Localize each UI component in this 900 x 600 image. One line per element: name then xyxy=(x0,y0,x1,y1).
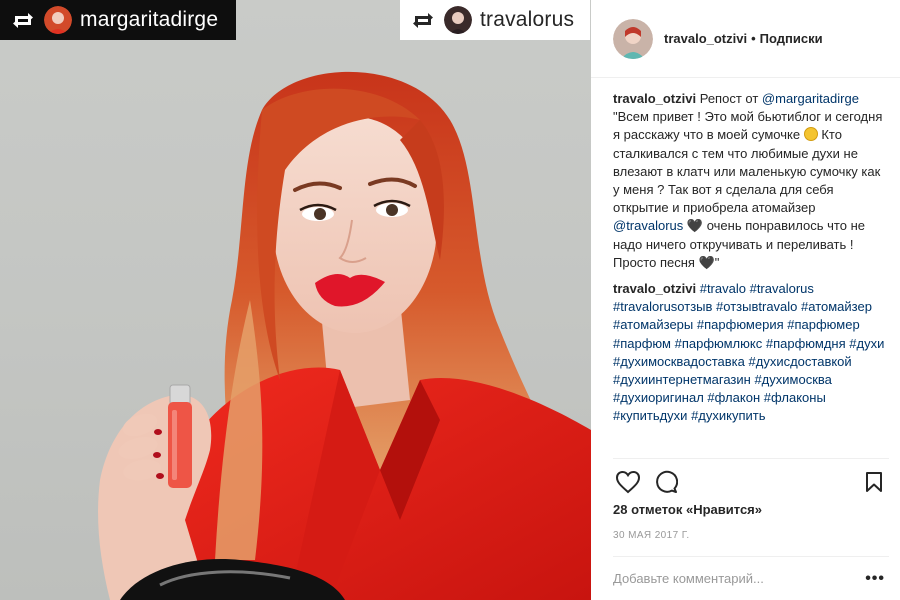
hashtag-link[interactable]: #парфюмер xyxy=(787,317,859,332)
save-button[interactable] xyxy=(859,467,889,497)
more-options-button[interactable]: ••• xyxy=(861,570,889,588)
post-caption: travalo_otzivi Репост от @margaritadirge… xyxy=(613,90,889,457)
hashtag-link[interactable]: #парфюмдня xyxy=(766,336,846,351)
hashtag-link[interactable]: #атомайзер xyxy=(801,299,872,314)
caption-username[interactable]: travalo_otzivi xyxy=(613,91,696,106)
hashtag-link[interactable]: #духиоригинал xyxy=(613,390,704,405)
avatar[interactable] xyxy=(613,18,653,59)
hashtag-link[interactable]: #парфюм xyxy=(613,336,671,351)
heart-outline-icon xyxy=(615,470,641,494)
hashtag-link[interactable]: #духимосквадоставка xyxy=(613,354,745,369)
hashtag-link[interactable]: #атомайзеры xyxy=(613,317,693,332)
repost-tag-travalorus[interactable]: travalorus xyxy=(400,0,590,40)
likes-count[interactable]: 28 отметок «Нравится» xyxy=(613,502,762,517)
post-photo[interactable]: margaritadirge travalorus xyxy=(0,0,591,600)
author-username[interactable]: travalo_otzivi xyxy=(664,31,747,46)
black-heart-emoji: 🖤 xyxy=(698,254,715,270)
repost-username: margaritadirge xyxy=(80,8,219,31)
hashtag-link[interactable]: #флаконы xyxy=(764,390,826,405)
hashtag-link[interactable]: #travalo xyxy=(700,281,746,296)
comment-box: ••• xyxy=(613,556,889,600)
repost-intro: Репост от xyxy=(699,91,759,106)
hashtag-link[interactable]: #travalorusотзыв xyxy=(613,299,712,314)
hashtag-link[interactable]: #духимосква xyxy=(754,372,831,387)
photo-scene xyxy=(98,71,591,600)
hashtag-link[interactable]: #флакон xyxy=(707,390,760,405)
follow-button[interactable]: Подписки xyxy=(760,31,823,46)
hashtag-link[interactable]: #парфюмерия xyxy=(697,317,784,332)
grinning-face-emoji xyxy=(803,127,818,142)
comment-username[interactable]: travalo_otzivi xyxy=(613,281,696,296)
hashtag-link[interactable]: #духикупить xyxy=(691,408,765,423)
caption-text: travalo_otzivi Репост от @margaritadirge… xyxy=(613,90,889,272)
hashtag-link[interactable]: #парфюмлюкс xyxy=(675,336,763,351)
hashtag-comment: travalo_otzivi #travalo #travalorus #tra… xyxy=(613,280,889,426)
comment-input[interactable] xyxy=(613,571,862,586)
avatar xyxy=(44,6,72,34)
post-header: travalo_otzivi • Подписки xyxy=(591,0,900,78)
comment-button[interactable] xyxy=(651,467,681,497)
repost-icon xyxy=(410,9,436,31)
hashtag-link[interactable]: #купитьдухи xyxy=(613,408,687,423)
caption-quote: " xyxy=(714,254,720,270)
hashtag-link[interactable]: #отзывtravalo xyxy=(716,299,797,314)
post-actions xyxy=(613,466,889,498)
bookmark-icon xyxy=(866,472,882,492)
separator: • xyxy=(751,31,756,46)
black-heart-emoji: 🖤 xyxy=(686,218,704,234)
hashtag-link[interactable]: #духиинтернетмагазин xyxy=(613,372,751,387)
hashtag-link[interactable]: #travalorus xyxy=(750,281,814,296)
avatar xyxy=(444,6,472,34)
like-button[interactable] xyxy=(613,467,643,497)
mention-link[interactable]: @travalorus xyxy=(613,218,683,233)
caption-body: "Всем привет ! Это мой бьютиблог и сегод… xyxy=(613,109,883,143)
repost-icon xyxy=(10,9,36,31)
divider xyxy=(613,458,889,459)
hashtag-list: #travalo #travalorus #travalorusотзыв #о… xyxy=(613,281,884,423)
hashtag-link[interactable]: #духи xyxy=(849,336,884,351)
repost-username: travalorus xyxy=(480,8,575,31)
speech-bubble-icon xyxy=(656,470,678,493)
mention-link[interactable]: @margaritadirge xyxy=(762,91,859,106)
post-sidebar: travalo_otzivi • Подписки travalo_otzivi… xyxy=(591,0,900,600)
post-date: 30 мая 2017 г. xyxy=(613,530,690,541)
repost-tag-margaritadirge[interactable]: margaritadirge xyxy=(0,0,236,40)
hashtag-link[interactable]: #духисдоставкой xyxy=(749,354,852,369)
